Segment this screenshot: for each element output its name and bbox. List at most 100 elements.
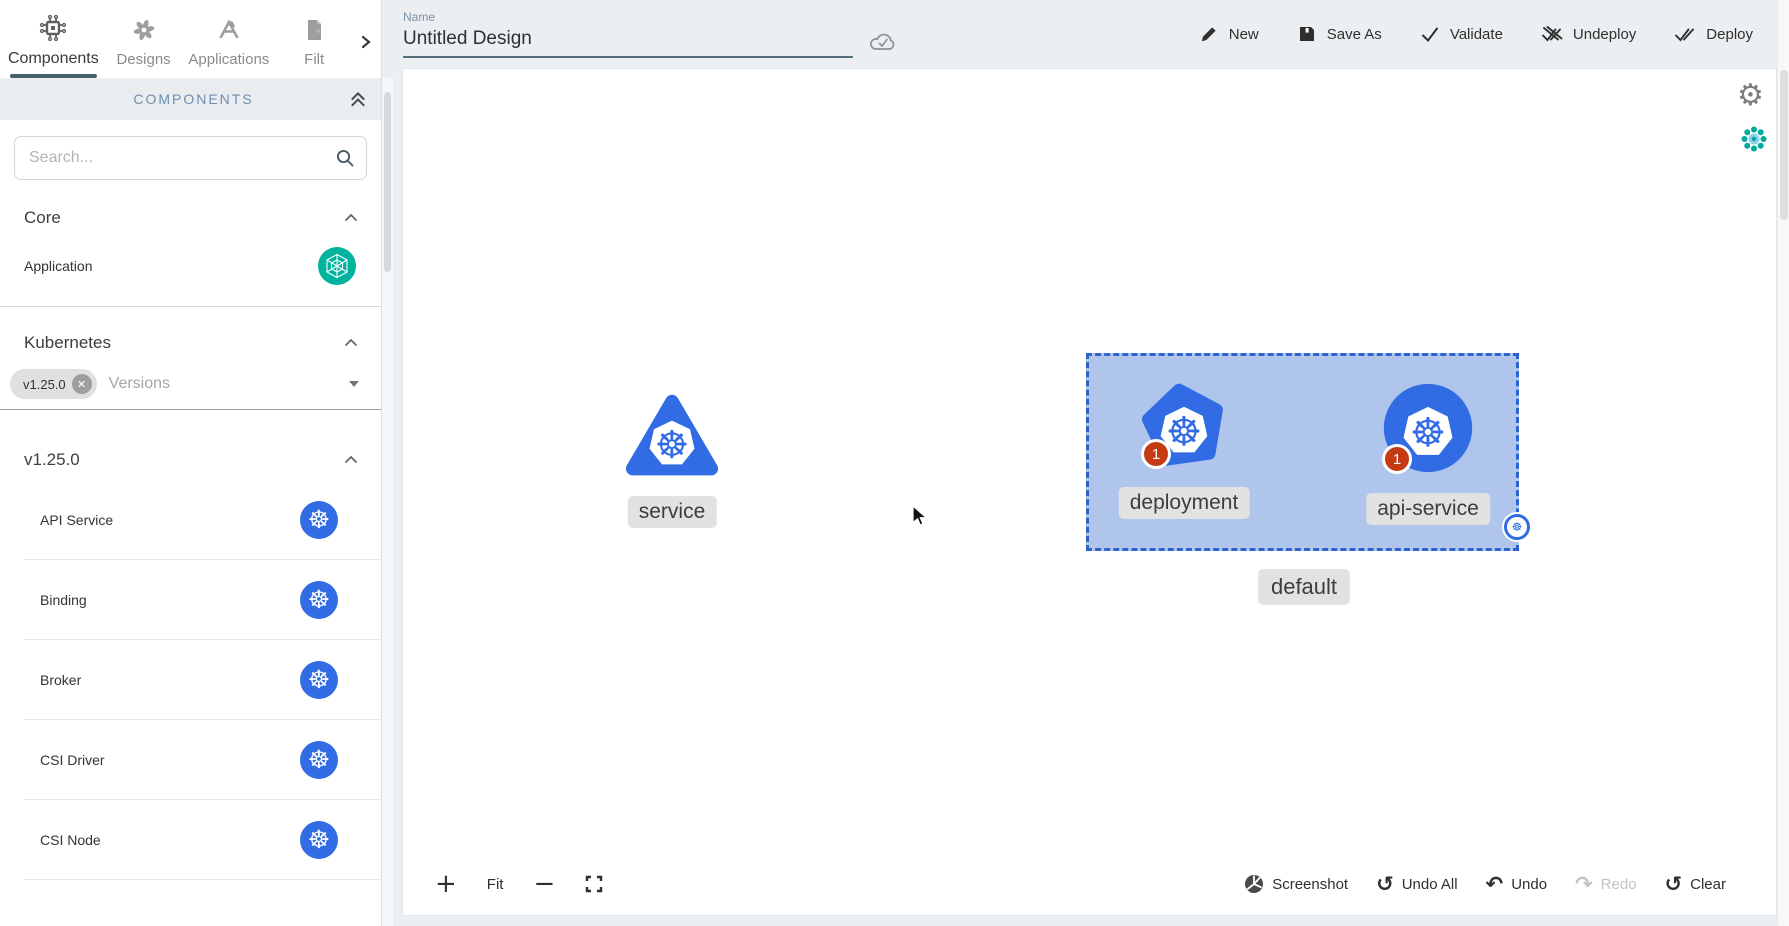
undo-button[interactable]: ↶ Undo [1486, 874, 1547, 895]
tab-designs[interactable]: Designs [105, 9, 183, 78]
section-kubernetes-header[interactable]: Kubernetes [0, 323, 381, 363]
tab-components-label: Components [8, 50, 99, 68]
sidebar-tabbar: Components [0, 0, 381, 78]
floppy-icon [1297, 24, 1317, 44]
panel-title: COMPONENTS [14, 91, 349, 107]
design-canvas[interactable]: ☸ service ☸ ☸ 1 deployment [402, 68, 1777, 916]
design-name-input[interactable] [403, 26, 853, 58]
versions-select[interactable]: v1.25.0 ✕ Versions [0, 365, 381, 410]
meshery-designer-app: Components [0, 0, 1789, 926]
zoom-fit-button[interactable]: Fit [487, 876, 504, 893]
undo-all-icon: ↺ [1376, 874, 1394, 895]
zoom-in-button[interactable]: + [435, 871, 457, 897]
validate-button-label: Validate [1450, 26, 1503, 43]
new-button-label: New [1229, 26, 1259, 43]
node-label-api-service: api-service [1366, 493, 1490, 525]
kubernetes-icon: ☸ [300, 581, 338, 619]
tab-filters-label: Filt [304, 51, 324, 68]
main-area: Name [393, 0, 1777, 926]
deploy-button[interactable]: Deploy [1674, 24, 1753, 44]
fullscreen-button[interactable] [585, 875, 603, 893]
gear-icon[interactable]: ⚙ [1737, 81, 1764, 111]
scrollbar-thumb[interactable] [384, 92, 391, 272]
validate-button[interactable]: Validate [1420, 24, 1503, 44]
shutter-icon [1244, 874, 1264, 894]
redo-label: Redo [1601, 876, 1637, 893]
pencil-icon [1199, 24, 1219, 44]
scrollbar-thumb[interactable] [1780, 70, 1788, 220]
kubernetes-icon: ☸ [300, 821, 338, 859]
sidebar-scrollbar[interactable] [382, 78, 393, 926]
canvas-toolbar: + Fit − [403, 861, 1776, 907]
filters-icon: v [302, 17, 326, 43]
mouse-cursor [910, 505, 930, 529]
clear-label: Clear [1690, 876, 1726, 893]
chevron-up-icon [343, 453, 359, 467]
node-label-deployment: deployment [1119, 487, 1250, 519]
clear-button[interactable]: ↺ Clear [1665, 874, 1726, 895]
components-panel-header: COMPONENTS [0, 78, 381, 120]
redo-button[interactable]: ↷ Redo [1575, 874, 1636, 895]
chevron-up-icon [343, 211, 359, 225]
double-check-slash-icon [1541, 24, 1563, 44]
component-item-application[interactable]: Application [0, 238, 381, 296]
component-item-csi-node[interactable]: CSI Node ☸ [0, 800, 381, 879]
section-kubernetes-title: Kubernetes [24, 333, 111, 353]
section-divider [0, 306, 381, 307]
component-item-api-service[interactable]: API Service ☸ [0, 480, 381, 559]
svg-text:☸: ☸ [655, 423, 689, 468]
namespace-label: default [1258, 569, 1350, 605]
section-core-header[interactable]: Core [0, 198, 381, 238]
search-icon[interactable] [335, 148, 355, 168]
undo-all-button[interactable]: ↺ Undo All [1376, 874, 1457, 895]
chevron-up-icon [343, 336, 359, 350]
collapse-panel-icon[interactable] [349, 90, 367, 108]
sidebar: Components [0, 0, 382, 926]
api-service-count-badge: 1 [1382, 444, 1412, 474]
version-chip: v1.25.0 ✕ [10, 369, 97, 399]
svg-text:v: v [316, 27, 320, 35]
kubernetes-icon: ☸ [300, 501, 338, 539]
component-item-label: Binding [40, 592, 87, 608]
chevron-right-icon [359, 34, 373, 50]
section-core-title: Core [24, 208, 61, 228]
undeploy-button[interactable]: Undeploy [1541, 24, 1636, 44]
designs-icon [131, 17, 157, 43]
design-topbar: Name [393, 0, 1777, 68]
kubernetes-corner-badge-icon[interactable]: ☸ [1504, 514, 1530, 540]
check-icon [1420, 24, 1440, 44]
tab-filters[interactable]: v Filt [275, 9, 353, 78]
design-actions: New Save As [1199, 24, 1753, 44]
version-chip-label: v1.25.0 [23, 377, 66, 392]
redo-icon: ↷ [1575, 874, 1593, 895]
deployment-count-badge: 1 [1141, 439, 1171, 469]
page-scrollbar[interactable] [1777, 0, 1789, 926]
tab-components[interactable]: Components [2, 6, 105, 78]
undo-all-label: Undo All [1402, 876, 1458, 893]
minus-icon: − [533, 871, 555, 897]
remove-version-icon[interactable]: ✕ [72, 374, 92, 394]
node-service[interactable]: ☸ [624, 388, 720, 484]
component-item-csi-driver[interactable]: CSI Driver ☸ [0, 720, 381, 799]
component-item-broker[interactable]: Broker ☸ [0, 640, 381, 719]
list-divider [24, 879, 381, 880]
undeploy-button-label: Undeploy [1573, 26, 1636, 43]
component-item-label: CSI Node [40, 832, 101, 848]
kubernetes-context-icon[interactable] [1741, 126, 1767, 152]
save-as-button[interactable]: Save As [1297, 24, 1382, 44]
search-input[interactable] [14, 136, 367, 180]
tab-designs-label: Designs [116, 51, 170, 68]
tab-scroll-right-button[interactable] [353, 34, 379, 78]
screenshot-button[interactable]: Screenshot [1244, 874, 1348, 894]
tab-applications-label: Applications [188, 51, 269, 68]
component-item-label: API Service [40, 512, 113, 528]
component-item-label: Broker [40, 672, 81, 688]
section-version-header[interactable]: v1.25.0 [0, 440, 381, 480]
new-button[interactable]: New [1199, 24, 1259, 44]
zoom-out-button[interactable]: − [533, 871, 555, 897]
tab-applications[interactable]: Applications [182, 9, 275, 78]
component-item-binding[interactable]: Binding ☸ [0, 560, 381, 639]
deploy-button-label: Deploy [1706, 26, 1753, 43]
plus-icon: + [435, 871, 457, 897]
dropdown-caret-icon[interactable] [349, 381, 359, 387]
